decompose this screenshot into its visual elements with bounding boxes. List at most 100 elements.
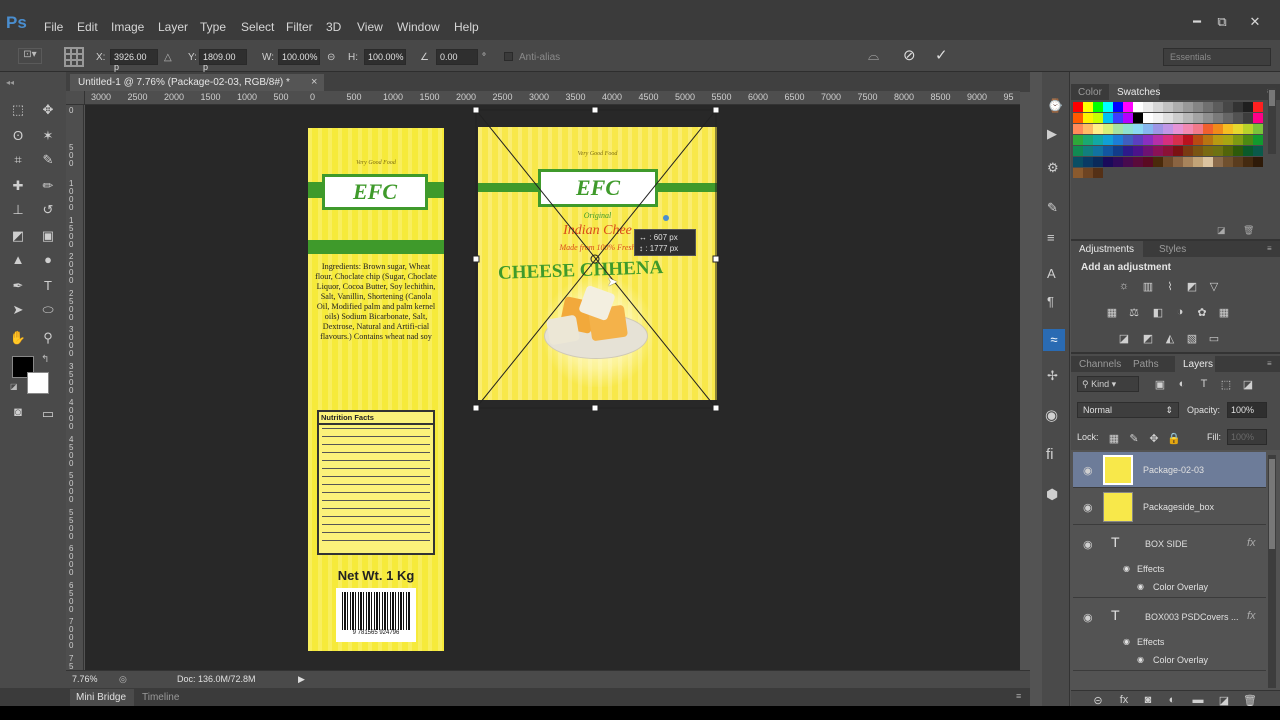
black-white-icon[interactable]: ◧: [1151, 306, 1165, 319]
swatch[interactable]: [1133, 157, 1143, 167]
swatch[interactable]: [1093, 124, 1103, 134]
swatch[interactable]: [1143, 135, 1153, 145]
swatch[interactable]: [1083, 113, 1093, 123]
brush-tool-icon[interactable]: ✏: [38, 176, 58, 196]
swatch[interactable]: [1113, 146, 1123, 156]
swatch[interactable]: [1163, 135, 1173, 145]
filter-smart-icon[interactable]: ◪: [1241, 378, 1255, 391]
ellipse-tool-icon[interactable]: ⬭: [38, 300, 58, 320]
tab-swatches[interactable]: Swatches: [1117, 87, 1160, 98]
new-group-icon[interactable]: ▬: [1191, 694, 1205, 706]
filter-pixel-icon[interactable]: ▣: [1153, 378, 1167, 391]
swatch[interactable]: [1213, 102, 1223, 112]
gradient-map-icon[interactable]: ▭: [1207, 332, 1221, 345]
zoom-level[interactable]: 7.76%: [72, 674, 98, 684]
swatch[interactable]: [1203, 102, 1213, 112]
swatch[interactable]: [1093, 113, 1103, 123]
swatch[interactable]: [1223, 157, 1233, 167]
brightness-icon[interactable]: ☼: [1117, 280, 1131, 292]
swatch[interactable]: [1163, 146, 1173, 156]
swatch[interactable]: [1123, 135, 1133, 145]
swatch[interactable]: [1123, 124, 1133, 134]
x-field[interactable]: 3926.00 p: [110, 49, 158, 72]
filter-shape-icon[interactable]: ⬚: [1219, 378, 1233, 391]
add-mask-icon[interactable]: ◙: [1141, 694, 1155, 706]
tab-timeline[interactable]: Timeline: [142, 692, 179, 703]
swatch[interactable]: [1183, 102, 1193, 112]
swatch[interactable]: [1243, 135, 1253, 145]
menu-edit[interactable]: Edit: [77, 20, 98, 34]
exposure-icon[interactable]: ◩: [1185, 280, 1199, 293]
swatch[interactable]: [1213, 146, 1223, 156]
zoom-tool-icon[interactable]: ⚲: [38, 328, 58, 348]
swatch[interactable]: [1243, 102, 1253, 112]
swatch[interactable]: [1253, 157, 1263, 167]
layer-row[interactable]: ◉ Package-02-03: [1073, 452, 1266, 488]
swatch[interactable]: [1143, 102, 1153, 112]
tab-styles[interactable]: Styles: [1159, 244, 1186, 255]
history-icon[interactable]: ⌚: [1047, 98, 1063, 114]
swatch[interactable]: [1073, 168, 1083, 178]
brush-icon[interactable]: ✎: [1047, 200, 1058, 216]
new-layer-icon[interactable]: ◪: [1217, 694, 1231, 707]
swatch[interactable]: [1173, 113, 1183, 123]
swatch[interactable]: [1103, 113, 1113, 123]
swatch[interactable]: [1073, 113, 1083, 123]
swatch[interactable]: [1253, 124, 1263, 134]
swatch[interactable]: [1073, 157, 1083, 167]
hand-tool-icon[interactable]: ✋: [8, 328, 28, 348]
tab-adjustments[interactable]: Adjustments: [1079, 244, 1134, 255]
swatch[interactable]: [1083, 124, 1093, 134]
effect-eye-icon[interactable]: ◉: [1137, 582, 1144, 591]
swatch[interactable]: [1113, 135, 1123, 145]
swatch[interactable]: [1193, 113, 1203, 123]
tab-layers[interactable]: Layers: [1183, 359, 1213, 370]
panel-menu-icon[interactable]: ≡: [1016, 691, 1021, 701]
swatch[interactable]: [1223, 146, 1233, 156]
properties-icon[interactable]: ◉: [1045, 406, 1058, 424]
menu-type[interactable]: Type: [200, 20, 226, 34]
swatch[interactable]: [1233, 102, 1243, 112]
swatch[interactable]: [1213, 113, 1223, 123]
menu-view[interactable]: View: [357, 20, 383, 34]
scrollbar-thumb[interactable]: [1269, 459, 1275, 549]
swatch[interactable]: [1133, 146, 1143, 156]
ruler-origin[interactable]: [66, 91, 85, 105]
commit-transform-icon[interactable]: ✓: [935, 46, 948, 64]
info-icon[interactable]: ✢: [1047, 368, 1058, 384]
swatch[interactable]: [1113, 102, 1123, 112]
transform-tool-icon[interactable]: ⊡▾: [18, 48, 42, 64]
swatch[interactable]: [1193, 124, 1203, 134]
screen-mode-icon[interactable]: ▭: [38, 404, 58, 424]
paragraph-icon[interactable]: ¶: [1047, 294, 1054, 309]
swatch[interactable]: [1083, 157, 1093, 167]
fill-field[interactable]: 100%: [1227, 429, 1267, 445]
swatch[interactable]: [1233, 135, 1243, 145]
effects-eye-icon[interactable]: ◉: [1123, 564, 1130, 573]
swatch[interactable]: [1193, 135, 1203, 145]
background-color-swatch[interactable]: [27, 372, 49, 394]
filter-type-icon[interactable]: T: [1197, 378, 1211, 390]
swatch[interactable]: [1073, 102, 1083, 112]
photo-filter-icon[interactable]: ◑: [1173, 306, 1187, 318]
invert-icon[interactable]: ◪: [1117, 332, 1131, 345]
tab-mini-bridge[interactable]: Mini Bridge: [70, 689, 134, 706]
swatch[interactable]: [1253, 146, 1263, 156]
swatch[interactable]: [1103, 135, 1113, 145]
collapse-tools-icon[interactable]: ◂◂: [6, 78, 14, 87]
width-field[interactable]: 100.00%: [278, 49, 320, 65]
swatch[interactable]: [1093, 102, 1103, 112]
close-tab-icon[interactable]: ×: [311, 76, 317, 88]
3d-icon[interactable]: ⬢: [1046, 486, 1058, 503]
swatch[interactable]: [1163, 124, 1173, 134]
posterize-icon[interactable]: ◩: [1141, 332, 1155, 345]
swatch[interactable]: [1083, 135, 1093, 145]
adjustments-icon[interactable]: ≈: [1043, 329, 1065, 351]
visibility-eye-icon[interactable]: ◉: [1083, 538, 1093, 551]
swatch[interactable]: [1103, 146, 1113, 156]
swatch[interactable]: [1253, 135, 1263, 145]
move-tool-icon[interactable]: ✥: [38, 100, 58, 120]
healing-brush-icon[interactable]: ✚: [8, 176, 28, 196]
tab-channels[interactable]: Channels: [1079, 359, 1121, 370]
adjustments-menu-icon[interactable]: ≡: [1267, 244, 1272, 253]
